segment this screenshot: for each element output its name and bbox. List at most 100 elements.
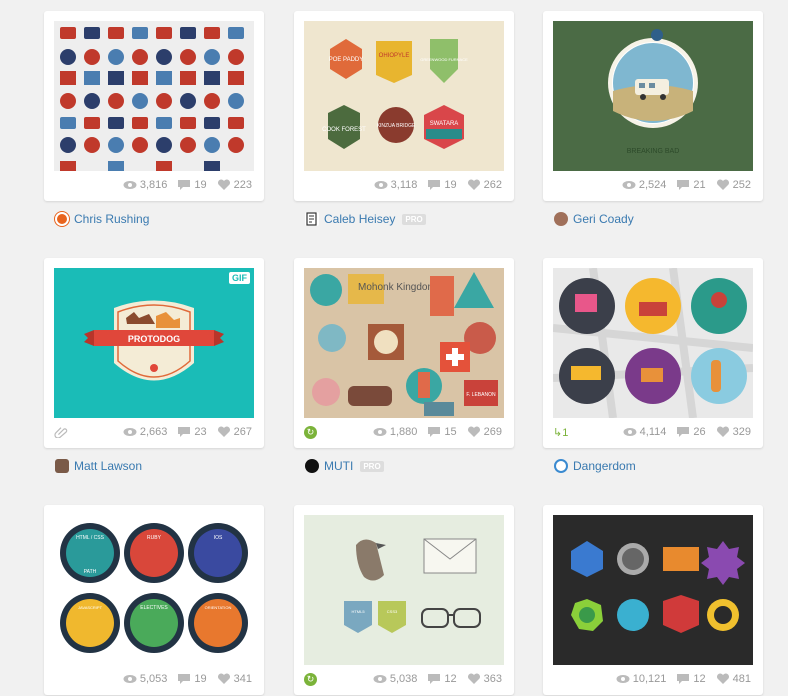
likes-stat[interactable]: 267 xyxy=(217,426,252,438)
comments-stat[interactable]: 19 xyxy=(177,673,207,685)
shot-thumbnail[interactable]: HTML / CSS PATH RUBY IOS JAVASCRIPT ELEC… xyxy=(54,515,254,665)
author-link[interactable]: Chris Rushing xyxy=(55,212,149,226)
author-link[interactable]: MUTI PRO xyxy=(305,459,384,473)
path-label: PATH xyxy=(84,569,97,575)
shot-thumbnail[interactable] xyxy=(553,268,753,418)
views-stat: 2,663 xyxy=(123,426,167,438)
comments-stat[interactable]: 21 xyxy=(676,179,706,191)
css3-badge-label: CSS3 xyxy=(387,609,398,614)
author-name: MUTI xyxy=(324,459,354,473)
views-stat: 3,816 xyxy=(123,179,167,191)
views-count: 2,524 xyxy=(638,179,667,191)
shot-card[interactable]: ↳1 4,114 26 329 xyxy=(543,258,763,448)
shot-thumbnail[interactable] xyxy=(54,21,254,171)
shot-card[interactable]: PROTODOG GIF 2,663 23 267 xyxy=(44,258,264,448)
comment-icon xyxy=(178,674,191,684)
comments-stat[interactable]: 19 xyxy=(177,179,207,191)
mohonk-title: Mohonk Kingdom xyxy=(358,282,436,293)
pro-badge: PRO xyxy=(402,213,426,225)
orientation-badge-label: ORIENTATION xyxy=(205,605,232,610)
shot-thumbnail[interactable] xyxy=(553,515,753,665)
likes-count: 329 xyxy=(732,426,751,438)
heart-icon xyxy=(716,426,729,437)
ruby-badge-label: RUBY xyxy=(147,535,162,541)
breaking-bad-image: BREAKING BAD xyxy=(553,21,753,171)
kinzua-label: KINZUA BRIDGE xyxy=(377,123,416,129)
views-stat: 2,524 xyxy=(622,179,667,191)
likes-stat[interactable]: 363 xyxy=(467,673,502,685)
likes-stat[interactable]: 481 xyxy=(716,673,751,685)
comments-stat[interactable]: 26 xyxy=(676,426,706,438)
shot-stats: ↻ 5,038 12 363 xyxy=(304,673,502,689)
shot-card[interactable]: HTML / CSS PATH RUBY IOS JAVASCRIPT ELEC… xyxy=(44,505,264,695)
comment-icon xyxy=(677,427,690,437)
shot-thumbnail[interactable]: PROTODOG GIF xyxy=(54,268,254,418)
likes-count: 252 xyxy=(732,179,751,191)
swatara-label: SWATARA xyxy=(430,121,459,127)
author-link[interactable]: Matt Lawson xyxy=(55,459,142,473)
shot-card[interactable]: 3,816 19 223 xyxy=(44,11,264,201)
avatar xyxy=(554,212,568,226)
eye-icon xyxy=(374,181,388,189)
likes-count: 269 xyxy=(483,426,502,438)
shot-thumbnail[interactable]: Mohonk Kingdom F. LEBANON xyxy=(304,268,504,418)
heart-icon xyxy=(716,179,729,190)
comments-stat[interactable]: 12 xyxy=(676,673,706,685)
shot-thumbnail[interactable]: HTML5 CSS3 xyxy=(304,515,504,665)
likes-count: 223 xyxy=(233,179,252,191)
comments-stat[interactable]: 19 xyxy=(427,179,457,191)
shot-card[interactable]: POE PADDY OHIOPYLE GREENWOOD FURNACE COO… xyxy=(294,11,514,201)
likes-stat[interactable]: 269 xyxy=(467,426,502,438)
likes-stat[interactable]: 341 xyxy=(217,673,252,685)
html-badge-label: HTML / CSS xyxy=(76,535,105,541)
author-name: Chris Rushing xyxy=(74,212,150,226)
comment-icon xyxy=(178,427,191,437)
comment-icon xyxy=(677,180,690,190)
author-link[interactable]: Caleb Heisey PRO xyxy=(305,212,426,226)
comment-icon xyxy=(178,180,191,190)
author-link[interactable]: Geri Coady xyxy=(554,212,634,226)
likes-stat[interactable]: 223 xyxy=(217,179,252,191)
eye-icon xyxy=(623,428,637,436)
comments-stat[interactable]: 23 xyxy=(177,426,207,438)
views-count: 3,118 xyxy=(390,179,418,191)
comments-stat[interactable]: 12 xyxy=(427,673,457,685)
likes-stat[interactable]: 329 xyxy=(716,426,751,438)
paperclip-icon[interactable] xyxy=(54,426,68,438)
comments-count: 23 xyxy=(194,426,207,438)
shot-card[interactable]: HTML5 CSS3 ↻ 5,038 12 363 xyxy=(294,505,514,695)
rebound-icon[interactable]: ↻ xyxy=(304,426,317,439)
views-stat: 10,121 xyxy=(616,673,667,685)
state-park-badges-image: POE PADDY OHIOPYLE GREENWOOD FURNACE COO… xyxy=(304,21,504,171)
comment-icon xyxy=(428,674,441,684)
html5-badge-label: HTML5 xyxy=(351,609,365,614)
comments-stat[interactable]: 15 xyxy=(427,426,457,438)
comments-count: 21 xyxy=(693,179,706,191)
shot-card[interactable]: Mohonk Kingdom F. LEBANON ↻ 1,880 15 269 xyxy=(294,258,514,448)
heart-icon xyxy=(716,673,729,684)
author-link[interactable]: Dangerdom xyxy=(554,459,636,473)
breaking-bad-title: BREAKING BAD xyxy=(627,148,680,155)
views-stat: 4,114 xyxy=(623,426,666,438)
ohiopyle-label: OHIOPYLE xyxy=(379,53,410,59)
shot-stats: 10,121 12 481 xyxy=(553,673,751,689)
heart-icon xyxy=(467,673,480,684)
shot-thumbnail[interactable]: POE PADDY OHIOPYLE GREENWOOD FURNACE COO… xyxy=(304,21,504,171)
views-count: 10,121 xyxy=(632,673,667,685)
rebound-count[interactable]: ↳1 xyxy=(553,426,568,439)
eye-icon xyxy=(123,428,137,436)
rebound-icon[interactable]: ↻ xyxy=(304,673,317,686)
eye-icon xyxy=(373,675,387,683)
views-stat: 1,880 xyxy=(373,426,417,438)
shot-stats: ↳1 4,114 26 329 xyxy=(553,426,751,442)
shot-stats: 2,663 23 267 xyxy=(54,426,252,442)
ios-badge-label: IOS xyxy=(214,535,223,541)
badge-pattern-image xyxy=(54,21,254,171)
shot-thumbnail[interactable]: BREAKING BAD xyxy=(553,21,753,171)
shot-card[interactable]: 10,121 12 481 xyxy=(543,505,763,695)
likes-stat[interactable]: 262 xyxy=(467,179,502,191)
shot-card[interactable]: BREAKING BAD 2,524 21 252 xyxy=(543,11,763,201)
author-name: Matt Lawson xyxy=(74,459,143,473)
likes-stat[interactable]: 252 xyxy=(716,179,751,191)
protodog-image: PROTODOG xyxy=(54,268,254,418)
